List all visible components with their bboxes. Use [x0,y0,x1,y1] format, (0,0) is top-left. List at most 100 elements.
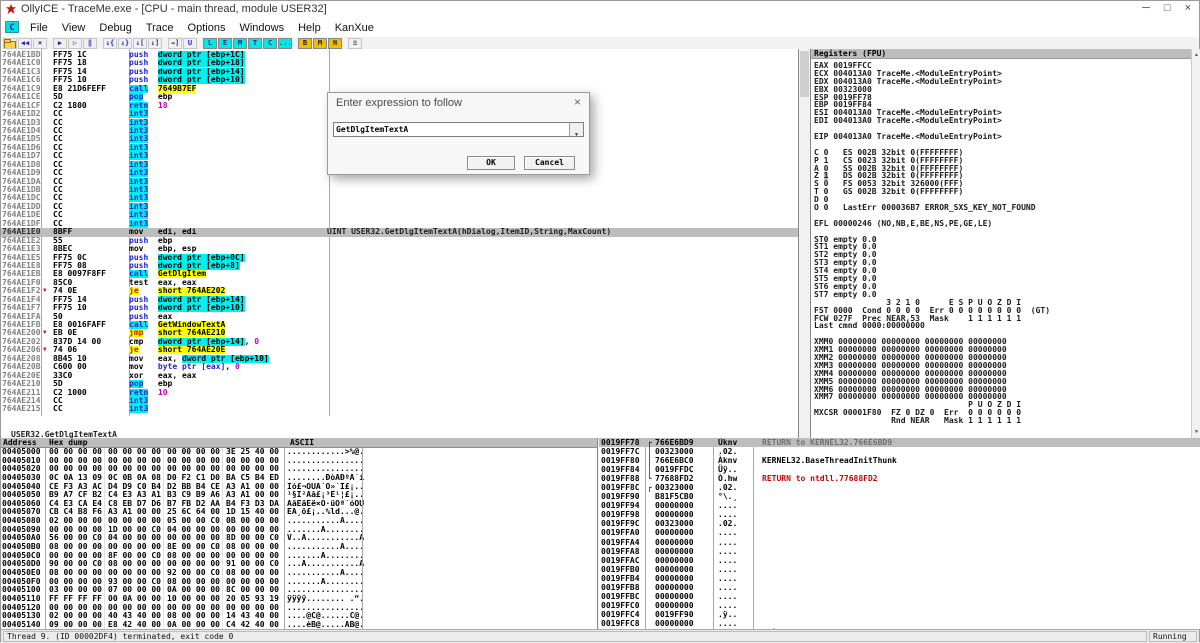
disasm-row[interactable]: 764AE1DFCCint3 [1,220,798,228]
menu-item-file[interactable]: File [23,22,55,34]
stack-row[interactable]: 0019FFAC00000000.... [599,556,1200,565]
stack-row[interactable]: 0019FFBC00000000.... [599,592,1200,601]
disasm-row[interactable]: 764AE215CCint3 [1,405,798,413]
stack-row[interactable]: 0019FF84│0019FFDCÜÿ.. [599,465,1200,474]
register-line[interactable]: P 1 CS 0023 32bit 0(FFFFFFFF) [814,157,1191,165]
disasm-row[interactable]: 764AE1E08BFFmov edi, ediUINT USER32.GetD… [1,228,798,236]
register-line[interactable]: EBP 0019FF84 [814,101,1191,109]
register-line[interactable]: ST3 empty 0.0 [814,259,1191,267]
minimize-button[interactable]: ─ [1142,2,1150,14]
log-window-button[interactable]: L [203,38,217,49]
register-line[interactable]: Last cmnd 0000:00000000 [814,322,1191,330]
ok-button[interactable]: OK [467,156,515,170]
register-line[interactable]: XMM4 00000000 00000000 00000000 00000000 [814,370,1191,378]
register-line[interactable]: ESI 004013A0 TraceMe.<ModuleEntryPoint> [814,109,1191,117]
register-line[interactable]: Rnd NEAR Mask 1 1 1 1 1 1 [814,417,1191,425]
combo-dropdown-button[interactable]: ▼ [569,123,583,136]
stack-row[interactable]: 0019FFC800000000.... [599,619,1200,628]
maximize-button[interactable]: □ [1164,2,1171,14]
disasm-row[interactable]: 764AE1DECCint3 [1,211,798,219]
disasm-row[interactable]: 764AE1E255push ebp [1,237,798,245]
run-button[interactable]: ▶ [53,38,67,49]
dump-row[interactable]: 0040509000 00 00 001D 00 00 C004 00 00 0… [1,526,597,535]
dump-row[interactable]: 0040510003 00 00 0007 00 00 000A 00 00 0… [1,586,597,595]
disasm-row[interactable]: 764AE1BDFF75 1Cpush dword ptr [ebp+1C] [1,51,798,59]
dump-row[interactable]: 0040500000 00 00 0000 00 00 0000 00 00 0… [1,448,597,457]
disasm-row[interactable]: 764AE1F2▼74 0Eje short 764AE202 [1,287,798,295]
registers-scrollbar[interactable]: ▲ ▼ [1191,49,1200,438]
menu-item-kanxue[interactable]: KanXue [328,22,381,34]
threads-window-button[interactable]: T [248,38,262,49]
dump-row[interactable]: 00405070CB C4 B8 F6A3 A1 00 0025 6C 64 0… [1,508,597,517]
stack-row[interactable]: 0019FF9800000000.... [599,510,1200,519]
disasm-row[interactable]: 764AE1FA50push eax [1,313,798,321]
disasm-row[interactable]: 764AE211C2 1000retn 10 [1,389,798,397]
register-line[interactable]: EDX 004013A0 TraceMe.<ModuleEntryPoint> [814,78,1191,86]
dump-row[interactable]: 00405050B9 A7 CF B2C4 E3 A3 A1B3 C9 B9 A… [1,491,597,500]
handles-window-button[interactable]: H [328,38,342,49]
pause-button[interactable]: ‖ [83,38,97,49]
register-line[interactable]: D 0 [814,196,1191,204]
disasm-row[interactable]: 764AE1DCCCint3 [1,194,798,202]
menu-item-view[interactable]: View [55,22,93,34]
stack-row[interactable]: 0019FFC40019FF90.ÿ.. [599,610,1200,619]
disassembly-scrollbar[interactable] [799,49,811,438]
register-line[interactable]: ST2 empty 0.0 [814,251,1191,259]
register-line[interactable] [814,141,1191,149]
dump-row[interactable]: 004050A056 00 00 C004 00 00 0000 00 00 0… [1,534,597,543]
dump-row[interactable]: 0040508002 00 00 0000 00 00 0005 00 00 C… [1,517,597,526]
stack-row[interactable]: 0019FFA800000000.... [599,547,1200,556]
register-line[interactable]: EAX 0019FFCC [814,62,1191,70]
disasm-row[interactable]: 764AE1C6FF75 10push dword ptr [ebp+10] [1,76,798,84]
dump-row[interactable]: 00405060C4 E3 CA E4C8 EB D7 D6B7 FB D2 A… [1,500,597,509]
disasm-row[interactable]: 764AE214CCint3 [1,397,798,405]
close-button[interactable]: × [1185,2,1191,14]
register-line[interactable]: ESP 0019FF78 [814,94,1191,102]
dump-row[interactable]: 0040502000 00 00 0000 00 00 0000 00 00 0… [1,465,597,474]
step-into-button[interactable]: ↓{ [103,38,117,49]
register-line[interactable]: ST7 empty 0.0 [814,291,1191,299]
menu-item-options[interactable]: Options [181,22,233,34]
dump-row[interactable]: 004050E008 00 00 0000 00 00 0092 00 00 C… [1,569,597,578]
breakpoints-window-button[interactable]: B [298,38,312,49]
disasm-row[interactable]: 764AE1F4FF75 14push dword ptr [ebp+14] [1,296,798,304]
stack-row[interactable]: 0019FFA400000000.... [599,538,1200,547]
stack-row[interactable]: 0019FFC000000000.... [599,601,1200,610]
go-to-user-code-button[interactable]: U [183,38,197,49]
disasm-row[interactable]: 764AE1FBE8 0016FAFFcall GetWindowTextA [1,321,798,329]
register-line[interactable]: O 0 LastErr 000036B7 ERROR_SXS_KEY_NOT_F… [814,204,1191,212]
stack-row[interactable]: 0019FFA000000000.... [599,528,1200,537]
disasm-row[interactable]: 764AE20BC600 00mov byte ptr [eax], 0 [1,363,798,371]
stack-row[interactable]: 0019FFB400000000.... [599,574,1200,583]
register-line[interactable]: XMM1 00000000 00000000 00000000 00000000 [814,346,1191,354]
scroll-down-icon[interactable]: ▼ [1192,429,1200,435]
dump-row[interactable]: 00405110FF FF FF FF00 0A 00 0010 00 00 0… [1,595,597,604]
disasm-row[interactable]: 764AE1E38BECmov ebp, esp [1,245,798,253]
stack-row[interactable]: 0019FF80│766E6BC0ÀknvKERNEL32.BaseThread… [599,456,1200,465]
disasm-row[interactable]: 764AE1F7FF75 10push dword ptr [ebp+10] [1,304,798,312]
register-line[interactable]: ST1 empty 0.0 [814,243,1191,251]
register-line[interactable] [814,228,1191,236]
options-list-button[interactable]: ≡ [348,38,362,49]
register-line[interactable]: ECX 004013A0 TraceMe.<ModuleEntryPoint> [814,70,1191,78]
stack-row[interactable]: 0019FF90B81F5CB0°\.¸ [599,492,1200,501]
disasm-row[interactable]: 764AE1C0FF75 18push dword ptr [ebp+18] [1,59,798,67]
expression-combobox[interactable]: GetDlgItemTextA ▼ [333,122,584,137]
register-line[interactable]: P U O Z D I [814,401,1191,409]
register-line[interactable] [814,125,1191,133]
dump-row[interactable]: 0040513002 00 00 0040 43 40 0008 00 00 0… [1,612,597,621]
menu-item-windows[interactable]: Windows [232,22,291,34]
trace-into-button[interactable]: ↓[ [133,38,147,49]
menu-item-debug[interactable]: Debug [92,22,138,34]
disasm-row[interactable]: 764AE20E33C0xor eax, eax [1,372,798,380]
more-windows-button[interactable]: ... [278,38,292,49]
disasm-row[interactable]: 764AE1EBE8 0097F8FFcall GetDlgItem [1,270,798,278]
dump-pane[interactable]: Address Hex dump ASCII 0040500000 00 00 … [1,438,598,629]
menu-item-help[interactable]: Help [291,22,328,34]
dump-row[interactable]: 004050300C 0A 13 090C 0B 0A 08D0 F2 C1 D… [1,474,597,483]
disasm-row[interactable]: 764AE2088B45 10mov eax, dword ptr [ebp+1… [1,355,798,363]
stack-pane[interactable]: 0019FF78┌766E6BD9ÙknvRETURN to KERNEL32.… [599,438,1200,629]
stack-row[interactable]: 0019FF78┌766E6BD9ÙknvRETURN to KERNEL32.… [599,438,1200,447]
disasm-row[interactable]: 764AE1E8FF75 08push dword ptr [ebp+8] [1,262,798,270]
register-line[interactable]: FST 0000 Cond 0 0 0 0 Err 0 0 0 0 0 0 0 … [814,307,1191,315]
